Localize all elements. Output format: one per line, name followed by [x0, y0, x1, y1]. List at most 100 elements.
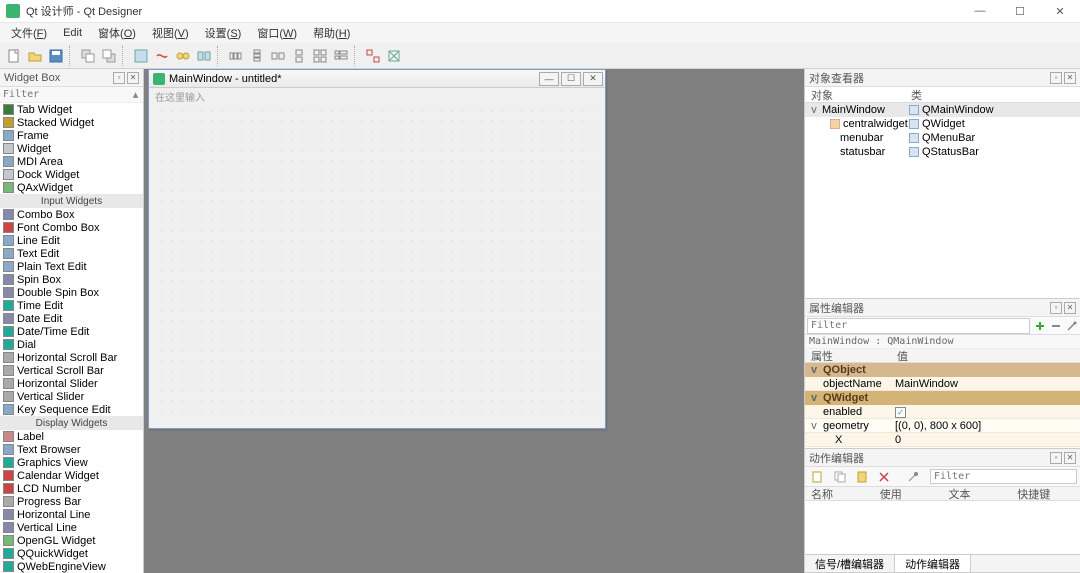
widget-item[interactable]: Key Sequence Edit — [0, 403, 143, 416]
menu-视图[interactable]: 视图(V) — [145, 24, 196, 42]
config-property-button[interactable] — [1064, 318, 1080, 334]
paste-action-button[interactable] — [852, 467, 872, 487]
action-column-header[interactable]: 名称 — [805, 487, 874, 500]
copy-action-button[interactable] — [830, 467, 850, 487]
widget-item[interactable]: Text Browser — [0, 443, 143, 456]
object-row[interactable]: menubarQMenuBar — [805, 131, 1080, 145]
dock-button[interactable]: ▫ — [113, 72, 125, 84]
action-column-header[interactable]: 使用 — [874, 487, 943, 500]
widget-item[interactable]: Double Spin Box — [0, 286, 143, 299]
edit-widgets-button[interactable] — [131, 46, 151, 66]
widget-item[interactable]: Widget — [0, 142, 143, 155]
dock-button[interactable]: ▫ — [1050, 72, 1062, 84]
close-panel-button[interactable]: ✕ — [1064, 302, 1076, 314]
adjust-size-button[interactable] — [384, 46, 404, 66]
bring-front-button[interactable] — [99, 46, 119, 66]
delete-action-button[interactable] — [874, 467, 894, 487]
tab-动作编辑器[interactable]: 动作编辑器 — [895, 555, 971, 572]
menu-帮助[interactable]: 帮助(H) — [306, 24, 357, 42]
widget-item[interactable]: QWebEngineView — [0, 560, 143, 573]
action-filter-input[interactable] — [930, 469, 1077, 484]
widget-item[interactable]: Horizontal Line — [0, 508, 143, 521]
widget-item[interactable]: Graphics View — [0, 456, 143, 469]
widget-item[interactable]: MDI Area — [0, 155, 143, 168]
form-canvas[interactable] — [157, 106, 597, 420]
close-panel-button[interactable]: ✕ — [1064, 72, 1076, 84]
tab-信号/槽编辑器[interactable]: 信号/槽编辑器 — [805, 555, 895, 572]
property-list[interactable]: vQObjectobjectNameMainWindowvQWidgetenab… — [805, 363, 1080, 448]
action-list[interactable] — [805, 501, 1080, 554]
send-back-button[interactable] — [78, 46, 98, 66]
widget-item[interactable]: Spin Box — [0, 273, 143, 286]
widget-item[interactable]: Calendar Widget — [0, 469, 143, 482]
widget-item[interactable]: LCD Number — [0, 482, 143, 495]
widget-item[interactable]: Dock Widget — [0, 168, 143, 181]
menu-edit[interactable]: Edit — [56, 26, 89, 40]
property-group[interactable]: vQObject — [805, 363, 1080, 377]
widget-filter-input[interactable] — [3, 89, 131, 100]
property-filter-input[interactable] — [807, 318, 1030, 334]
layout-form-button[interactable] — [331, 46, 351, 66]
object-row[interactable]: vMainWindowQMainWindow — [805, 103, 1080, 117]
save-file-button[interactable] — [46, 46, 66, 66]
object-row[interactable]: centralwidgetQWidget — [805, 117, 1080, 131]
scroll-up-icon[interactable]: ▴ — [131, 88, 140, 101]
close-panel-button[interactable]: ✕ — [1064, 452, 1076, 464]
widget-item[interactable]: Vertical Scroll Bar — [0, 364, 143, 377]
break-layout-button[interactable] — [363, 46, 383, 66]
widget-item[interactable]: Frame — [0, 129, 143, 142]
widget-item[interactable]: QQuickWidget — [0, 547, 143, 560]
widget-item[interactable]: Vertical Slider — [0, 390, 143, 403]
widget-item[interactable]: Stacked Widget — [0, 116, 143, 129]
close-button[interactable]: ✕ — [1040, 0, 1080, 23]
dock-button[interactable]: ▫ — [1050, 452, 1062, 464]
new-file-button[interactable] — [4, 46, 24, 66]
widget-item[interactable]: Progress Bar — [0, 495, 143, 508]
widget-item[interactable]: Horizontal Slider — [0, 377, 143, 390]
property-row[interactable]: X0 — [805, 433, 1080, 447]
form-window[interactable]: MainWindow - untitled* — ☐ ✕ 在这里输入 — [148, 69, 606, 429]
maximize-button[interactable]: ☐ — [1000, 0, 1040, 23]
widget-item[interactable]: Tab Widget — [0, 103, 143, 116]
form-minimize-button[interactable]: — — [539, 72, 559, 86]
layout-vert-split-button[interactable] — [289, 46, 309, 66]
dock-button[interactable]: ▫ — [1050, 302, 1062, 314]
menu-文件[interactable]: 文件(F) — [4, 24, 54, 42]
widget-group-header[interactable]: Input Widgets — [0, 194, 143, 208]
widget-item[interactable]: Combo Box — [0, 208, 143, 221]
widget-item[interactable]: Date/Time Edit — [0, 325, 143, 338]
widget-item[interactable]: OpenGL Widget — [0, 534, 143, 547]
layout-grid-button[interactable] — [310, 46, 330, 66]
edit-signals-button[interactable] — [152, 46, 172, 66]
menu-窗体[interactable]: 窗体(O) — [91, 24, 143, 42]
minimize-button[interactable]: — — [960, 0, 1000, 23]
widget-item[interactable]: QAxWidget — [0, 181, 143, 194]
edit-buddies-button[interactable] — [173, 46, 193, 66]
layout-vert-button[interactable] — [247, 46, 267, 66]
widget-item[interactable]: Dial — [0, 338, 143, 351]
property-row[interactable]: objectNameMainWindow — [805, 377, 1080, 391]
widget-item[interactable]: Font Combo Box — [0, 221, 143, 234]
form-maximize-button[interactable]: ☐ — [561, 72, 581, 86]
widget-item[interactable]: Date Edit — [0, 312, 143, 325]
property-group[interactable]: vQWidget — [805, 391, 1080, 405]
object-tree[interactable]: vMainWindowQMainWindowcentralwidgetQWidg… — [805, 103, 1080, 298]
action-column-header[interactable]: 快捷键 — [1011, 487, 1080, 500]
layout-horiz-button[interactable] — [226, 46, 246, 66]
property-row[interactable]: vgeometry[(0, 0), 800 x 600] — [805, 419, 1080, 433]
edit-taborder-button[interactable] — [194, 46, 214, 66]
widget-item[interactable]: Horizontal Scroll Bar — [0, 351, 143, 364]
property-row[interactable]: enabled✓ — [805, 405, 1080, 419]
close-panel-button[interactable]: ✕ — [127, 72, 139, 84]
menu-设置[interactable]: 设置(S) — [198, 24, 249, 42]
widget-item[interactable]: Text Edit — [0, 247, 143, 260]
action-column-header[interactable]: 文本 — [943, 487, 1012, 500]
widget-group-header[interactable]: Display Widgets — [0, 416, 143, 430]
checkbox-icon[interactable]: ✓ — [895, 407, 906, 418]
configure-action-button[interactable] — [904, 467, 924, 487]
widget-item[interactable]: Time Edit — [0, 299, 143, 312]
object-row[interactable]: statusbarQStatusBar — [805, 145, 1080, 159]
widget-item[interactable]: Vertical Line — [0, 521, 143, 534]
widget-list[interactable]: Tab WidgetStacked WidgetFrameWidgetMDI A… — [0, 103, 143, 573]
widget-item[interactable]: Plain Text Edit — [0, 260, 143, 273]
